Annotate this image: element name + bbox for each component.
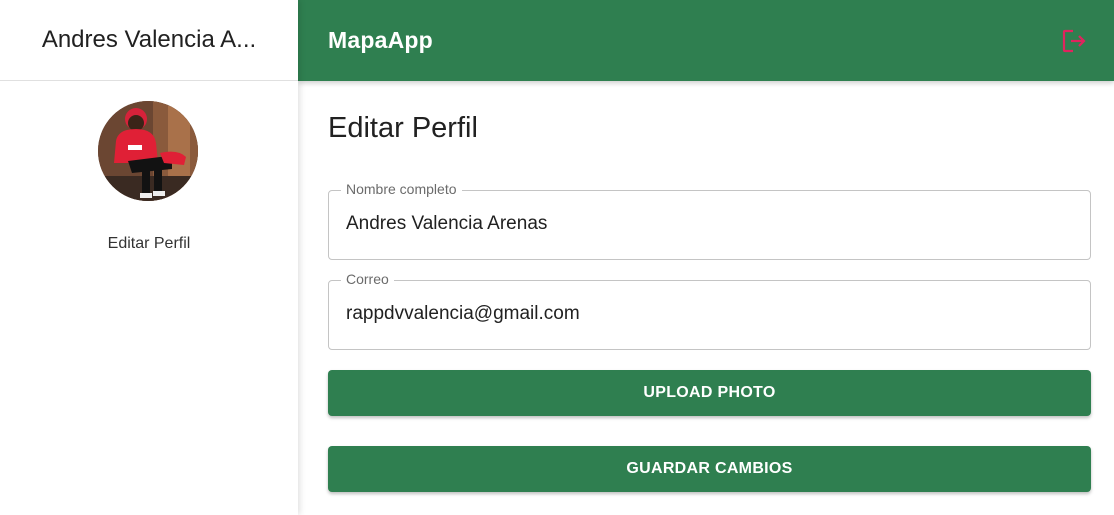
top-app-bar: MapaApp [298, 0, 1114, 81]
sidebar-header: Andres Valencia A... [0, 0, 298, 81]
sidebar-username: Andres Valencia A... [41, 26, 257, 53]
email-field[interactable]: Correo [328, 271, 1091, 350]
full-name-label: Nombre completo [341, 181, 462, 197]
page-title: Editar Perfil [328, 112, 478, 144]
logout-button[interactable] [1058, 25, 1090, 57]
app-title: MapaApp [328, 27, 433, 53]
upload-photo-button[interactable]: UPLOAD PHOTO [328, 370, 1091, 416]
profile-photo-icon [98, 101, 198, 201]
logout-icon [1062, 29, 1086, 52]
full-name-field[interactable]: Nombre completo [328, 181, 1091, 260]
sidebar-item-label: Editar Perfil [107, 235, 191, 252]
save-changes-button[interactable]: GUARDAR CAMBIOS [328, 446, 1091, 492]
email-label: Correo [341, 271, 394, 287]
full-name-input[interactable] [346, 213, 1066, 235]
email-input[interactable] [346, 303, 1066, 325]
sidebar: Andres Valencia A... Editar Perfil [0, 0, 298, 515]
app-root: Andres Valencia A... Editar Perfil MapaA… [0, 0, 1114, 515]
sidebar-item-editar-perfil[interactable]: Editar Perfil [0, 229, 298, 259]
avatar [98, 101, 198, 201]
